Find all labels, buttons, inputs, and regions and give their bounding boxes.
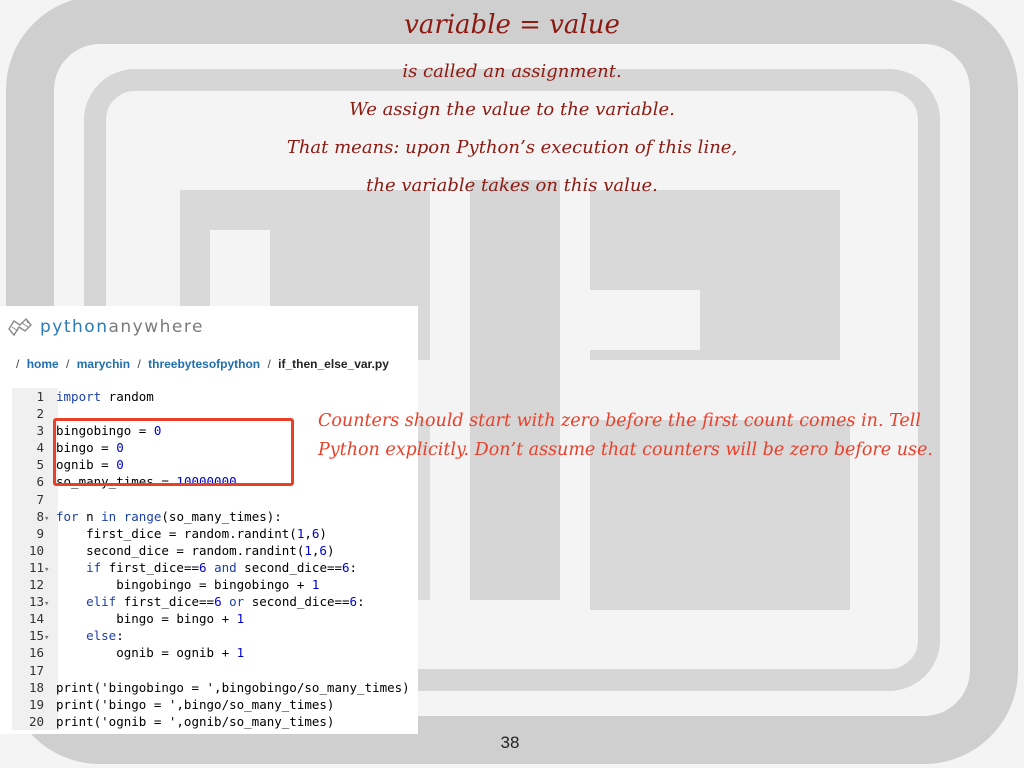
line-number: 16 [28, 645, 44, 661]
line-number: 2 [36, 406, 44, 422]
slide-line: We assign the value to the variable. [349, 99, 675, 120]
line-number: 13 [28, 594, 44, 610]
code-line[interactable]: 14 bingo = bingo + 1 [12, 610, 416, 627]
line-number: 6 [36, 474, 44, 490]
pythonanywhere-logo[interactable]: pythonanywhere [6, 312, 204, 342]
breadcrumb-current-file: if_then_else_var.py [278, 357, 389, 371]
slide-title: variable = value [404, 10, 620, 40]
code-line[interactable]: 9 first_dice = random.randint(1,6) [12, 525, 416, 542]
slide-explanation: is called an assignment. We assign the v… [0, 58, 1024, 210]
counter-annotation: Counters should start with zero before t… [318, 411, 933, 460]
line-number: 1 [36, 389, 44, 404]
code-line[interactable]: 15▾ else: [12, 627, 416, 644]
code-line[interactable]: 11▾ if first_dice==6 and second_dice==6: [12, 559, 416, 576]
code-text: bingo = bingo + 1 [56, 611, 245, 627]
slide-line: That means: upon Python’s execution of t… [286, 137, 738, 158]
code-line[interactable]: 20 print('ognib = ',ognib/so_many_times) [12, 713, 416, 730]
code-text: first_dice = random.randint(1,6) [56, 525, 327, 541]
breadcrumb-user-link[interactable]: marychin [77, 357, 130, 371]
line-number: 9 [36, 525, 44, 541]
code-line[interactable]: 18 print('bingobingo = ',bingobingo/so_ma… [12, 679, 416, 696]
logo-text: pythonanywhere [40, 317, 204, 337]
code-text: import random [56, 389, 154, 404]
line-number: 3 [36, 423, 44, 439]
breadcrumb-separator: / [66, 357, 70, 371]
line-number: 4 [36, 440, 44, 456]
breadcrumb-home-link[interactable]: home [27, 357, 59, 371]
slide-line: the variable takes on this value. [366, 175, 658, 196]
code-line[interactable]: 19 print('bingo = ',bingo/so_many_times) [12, 696, 416, 713]
line-number: 7 [36, 491, 44, 507]
code-line[interactable]: 12 bingobingo = bingobingo + 1 [12, 576, 416, 593]
code-text: print('bingo = ',bingo/so_many_times) [56, 696, 335, 712]
breadcrumb-separator: / [137, 357, 141, 371]
line-number: 10 [28, 542, 44, 558]
counter-initialization-highlight [53, 418, 294, 486]
line-number: 15 [28, 628, 44, 644]
code-text: elif first_dice==6 or second_dice==6: [86, 594, 365, 610]
breadcrumb-folder-link[interactable]: threebytesofpython [148, 357, 260, 371]
line-number: 19 [28, 696, 44, 712]
breadcrumb-separator: / [16, 357, 20, 371]
code-line[interactable]: 17 [12, 662, 416, 679]
code-text: ognib = ognib + 1 [56, 645, 245, 661]
line-number: 14 [28, 611, 44, 627]
code-text: print('bingobingo = ',bingobingo/so_many… [56, 679, 410, 695]
line-number: 17 [28, 662, 44, 678]
pythonanywhere-editor-screenshot: pythonanywhere / home / marychin / three… [0, 306, 418, 734]
code-line[interactable]: 7 [12, 491, 416, 508]
line-number: 11 [28, 559, 44, 575]
slide-line: is called an assignment. [402, 61, 622, 82]
line-number: 20 [28, 713, 44, 729]
code-line[interactable]: 1 import random [12, 388, 416, 405]
line-number: 8 [36, 508, 44, 524]
snake-logo-icon [8, 317, 32, 337]
code-text: bingobingo = bingobingo + 1 [56, 577, 320, 593]
code-line[interactable]: 10 second_dice = random.randint(1,6) [12, 542, 416, 559]
line-number: 18 [28, 679, 44, 695]
code-line[interactable]: 16 ognib = ognib + 1 [12, 644, 416, 661]
code-text: for n in range(so_many_times): [56, 508, 282, 524]
breadcrumb: / home / marychin / threebytesofpython /… [12, 357, 389, 371]
line-number: 12 [28, 577, 44, 593]
code-text: if first_dice==6 and second_dice==6: [86, 559, 358, 575]
code-text: else: [86, 628, 124, 644]
breadcrumb-separator: / [267, 357, 271, 371]
code-text: second_dice = random.randint(1,6) [56, 542, 335, 558]
line-number: 5 [36, 457, 44, 473]
page-number: 38 [500, 733, 520, 752]
code-line[interactable]: 8▾ for n in range(so_many_times): [12, 508, 416, 525]
code-text: print('ognib = ',ognib/so_many_times) [56, 713, 335, 729]
code-line[interactable]: 13▾ elif first_dice==6 or second_dice==6… [12, 593, 416, 610]
